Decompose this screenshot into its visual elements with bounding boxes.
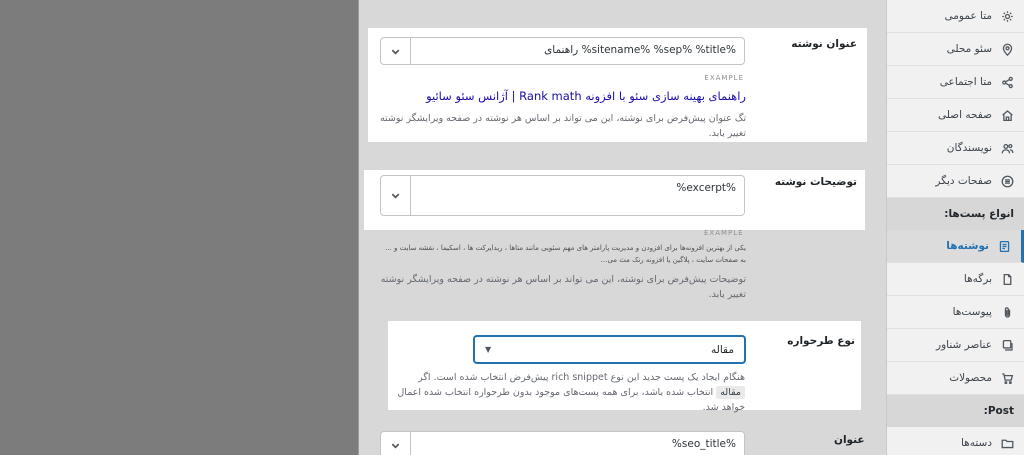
schema-type-desc-part2: انتخاب شده باشد، برای همه پست‌های موجود … bbox=[397, 387, 745, 413]
seo-title-input[interactable]: %seo_title% bbox=[411, 432, 744, 455]
sidebar-item-general-meta[interactable]: متا عمومی bbox=[887, 0, 1024, 33]
list-circle-icon bbox=[1000, 174, 1014, 188]
sidebar-item-categories[interactable]: دسته‌ها bbox=[887, 427, 1024, 455]
sidebar-item-authors[interactable]: نویسندگان bbox=[887, 132, 1024, 165]
sidebar-item-local-seo[interactable]: سئو محلی bbox=[887, 33, 1024, 66]
post-title-description: تگ عنوان پیش‌فرض برای نوشته، این می توان… bbox=[379, 113, 746, 139]
sidebar-item-label: صفحات دیگر bbox=[935, 175, 992, 187]
sidebar-item-attachments[interactable]: پیوست‌ها bbox=[887, 296, 1024, 329]
post-description-example-line-2: به صفحات سایت ، پلاگین یا افزونه رنک مث … bbox=[600, 256, 746, 264]
schema-type-card: نوع طرحواره مقاله ▼ هنگام ایجاد یک پست ج… bbox=[388, 321, 861, 413]
settings-sidebar: متا عمومی سئو محلی متا اجتماعی صفحه اصلی… bbox=[886, 0, 1024, 455]
post-title-field[interactable]: راهنمای %sitename% %sep% %title% bbox=[380, 37, 745, 65]
chevron-down-icon bbox=[391, 443, 400, 449]
sidebar-section-post: Post: bbox=[887, 395, 1024, 427]
post-title-variables-button[interactable] bbox=[381, 38, 411, 64]
share-icon bbox=[1000, 75, 1014, 89]
page-icon bbox=[1000, 272, 1014, 286]
post-description-field[interactable]: %excerpt% bbox=[380, 175, 745, 216]
sidebar-section-post-types: انواع پست‌ها: bbox=[887, 198, 1024, 230]
sidebar-item-label: پیوست‌ها bbox=[952, 306, 992, 318]
sidebar-item-label: نویسندگان bbox=[946, 142, 992, 154]
sidebar-item-pages[interactable]: برگه‌ها bbox=[887, 263, 1024, 296]
post-description-example-line-1: یکی از بهترین افزونه‌ها برای افزودن و مد… bbox=[385, 244, 746, 252]
post-title-card: عنوان نوشته راهنمای %sitename% %sep% %ti… bbox=[368, 28, 867, 142]
sidebar-item-label: سئو محلی bbox=[946, 43, 992, 55]
sidebar-item-label: دسته‌ها bbox=[960, 437, 992, 449]
post-description-card: توضیحات نوشته %excerpt% bbox=[364, 170, 865, 230]
seo-title-variables-button[interactable] bbox=[381, 432, 411, 455]
folder-icon bbox=[1000, 436, 1014, 450]
schema-type-desc-code: مقاله bbox=[716, 386, 745, 399]
chevron-down-icon bbox=[391, 193, 400, 199]
schema-type-description: هنگام ایجاد یک پست جدید این نوع rich sni… bbox=[395, 370, 745, 415]
gear-icon bbox=[1000, 9, 1014, 23]
post-description-example-tag: EXAMPLE bbox=[704, 229, 744, 237]
users-icon bbox=[1000, 141, 1014, 155]
post-title-example-tag: EXAMPLE bbox=[704, 74, 744, 82]
layers-icon bbox=[1000, 338, 1014, 352]
chevron-down-icon bbox=[391, 49, 400, 55]
sidebar-item-other-pages[interactable]: صفحات دیگر bbox=[887, 165, 1024, 198]
schema-type-select[interactable]: مقاله ▼ bbox=[474, 336, 745, 363]
sidebar-item-label: متا اجتماعی bbox=[939, 76, 992, 88]
post-description-label: توضیحات نوشته bbox=[774, 176, 857, 188]
caret-down-icon: ▼ bbox=[485, 345, 492, 354]
post-title-example-preview: راهنمای بهینه سازی سئو با افزونه Rank ma… bbox=[426, 89, 746, 103]
page-backdrop-left bbox=[0, 0, 358, 455]
sidebar-item-label: صفحه اصلی bbox=[937, 109, 992, 121]
sidebar-item-homepage[interactable]: صفحه اصلی bbox=[887, 99, 1024, 132]
cart-icon bbox=[1000, 371, 1014, 385]
seo-title-field[interactable]: %seo_title% bbox=[380, 431, 745, 455]
schema-type-desc-part1: هنگام ایجاد یک پست جدید این نوع rich sni… bbox=[418, 372, 745, 383]
schema-type-label: نوع طرحواره bbox=[787, 335, 855, 347]
sidebar-item-label: نوشته‌ها bbox=[946, 240, 989, 252]
seo-title-label: عنوان bbox=[834, 434, 865, 446]
sidebar-item-floating-elements[interactable]: عناصر شناور bbox=[887, 329, 1024, 362]
sidebar-item-social-meta[interactable]: متا اجتماعی bbox=[887, 66, 1024, 99]
sidebar-item-label: محصولات bbox=[949, 372, 992, 384]
post-description-variables-button[interactable] bbox=[381, 176, 411, 215]
document-icon bbox=[997, 239, 1011, 253]
location-pin-icon bbox=[1000, 42, 1014, 56]
sidebar-item-label: برگه‌ها bbox=[963, 273, 992, 285]
post-title-input[interactable]: راهنمای %sitename% %sep% %title% bbox=[411, 38, 744, 64]
post-title-label: عنوان نوشته bbox=[791, 38, 857, 50]
paperclip-icon bbox=[1000, 305, 1014, 319]
sidebar-item-products[interactable]: محصولات bbox=[887, 362, 1024, 395]
post-description-input[interactable]: %excerpt% bbox=[411, 176, 744, 215]
sidebar-item-label: عناصر شناور bbox=[936, 339, 992, 351]
sidebar-item-label: متا عمومی bbox=[944, 10, 992, 22]
post-description-description: توضیحات پیش‌فرض برای نوشته، این می تواند… bbox=[380, 274, 746, 300]
home-icon bbox=[1000, 108, 1014, 122]
schema-type-selected: مقاله bbox=[711, 343, 734, 356]
sidebar-item-posts[interactable]: نوشته‌ها bbox=[887, 230, 1024, 263]
